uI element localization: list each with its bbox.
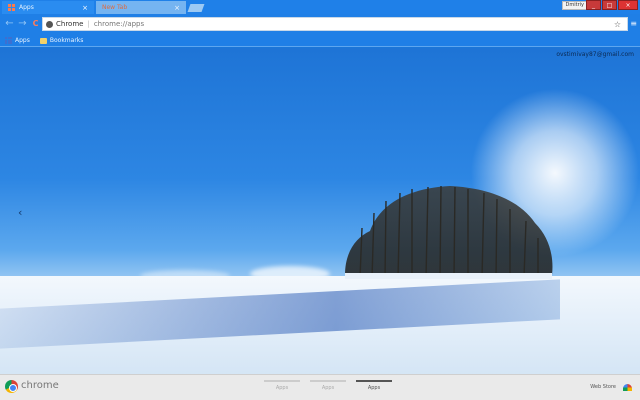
bookmark-label: Apps [15, 37, 30, 44]
maximize-button[interactable]: □ [602, 0, 617, 10]
tab-title: New Tab [102, 4, 128, 11]
bookmark-label: Bookmarks [49, 37, 84, 44]
page-label: Apps [275, 385, 289, 391]
apps-grid-icon [5, 37, 12, 44]
omnibox-scheme: Chrome [56, 20, 84, 28]
tab-title: Apps [19, 4, 34, 11]
address-bar[interactable]: Chrome | chrome://apps ☆ [42, 17, 628, 31]
web-store-link[interactable]: Web Store [590, 384, 616, 390]
folder-icon [39, 37, 47, 44]
page-indicator [310, 380, 346, 382]
page-indicator [264, 380, 300, 382]
omnibox-separator: | [87, 20, 90, 28]
chrome-page-icon [46, 20, 53, 28]
reload-button[interactable]: C [30, 18, 41, 29]
web-store-icon[interactable] [623, 384, 632, 391]
tab-apps[interactable]: Apps × [2, 1, 94, 14]
back-button[interactable]: ← [4, 18, 15, 29]
apps-page: ovstimivay87@gmail.com ‹ [0, 48, 640, 374]
bookmark-folder[interactable]: Bookmarks [39, 37, 84, 44]
page-switcher: Apps Apps Apps [264, 380, 392, 391]
omnibox-url: chrome://apps [93, 20, 145, 28]
bookmarks-bar: Apps Bookmarks [0, 35, 640, 47]
chrome-wordmark: chrome [21, 380, 59, 391]
tab-strip: Apps × New Tab × Dmitriy _ □ × [0, 0, 640, 14]
page-indicator [356, 380, 392, 382]
page-label: Apps [367, 385, 381, 391]
previous-page-icon[interactable]: ‹ [18, 206, 22, 219]
page-tab[interactable]: Apps [264, 380, 300, 391]
page-tab[interactable]: Apps [310, 380, 346, 391]
tab-close-icon[interactable]: × [82, 4, 88, 12]
launcher-bar: chrome Apps Apps Apps Web Store [0, 374, 640, 400]
chrome-menu-icon[interactable]: ≡ [630, 19, 637, 28]
page-label: Apps [321, 385, 335, 391]
minimize-button[interactable]: _ [586, 0, 601, 10]
bookmark-star-icon[interactable]: ☆ [614, 20, 621, 29]
apps-favicon-icon [8, 4, 15, 11]
toolbar: ← → C Chrome | chrome://apps ☆ ≡ [0, 14, 640, 35]
chrome-logo-icon [5, 380, 18, 393]
close-window-button[interactable]: × [618, 0, 638, 10]
profile-button[interactable]: Dmitriy [561, 1, 588, 10]
page-tab-active[interactable]: Apps [356, 380, 392, 391]
account-email[interactable]: ovstimivay87@gmail.com [556, 51, 634, 58]
tab-new-tab[interactable]: New Tab × [96, 1, 186, 14]
new-tab-button[interactable] [187, 4, 205, 12]
tab-close-icon[interactable]: × [174, 4, 180, 12]
forward-button[interactable]: → [17, 18, 28, 29]
tree-grove [345, 185, 553, 279]
bookmark-apps[interactable]: Apps [5, 37, 30, 44]
window-controls: _ □ × [586, 0, 638, 10]
